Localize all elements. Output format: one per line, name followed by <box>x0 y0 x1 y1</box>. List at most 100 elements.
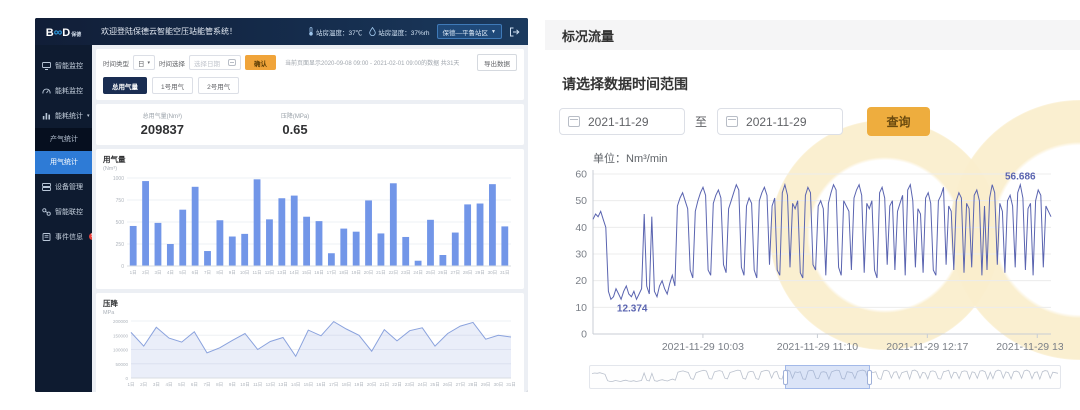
datazoom-slider[interactable] <box>589 365 1061 389</box>
chart-title: 压降 <box>103 298 517 309</box>
app-body: 智能监控 能耗监控 能耗统计 ▾ 产气统计 用气统计 <box>35 45 528 392</box>
sidebar-subitem-label: 用气统计 <box>50 159 78 166</box>
confirm-button[interactable]: 确认 <box>245 55 276 70</box>
sidebar-item-smart-linkage[interactable]: 智能联控 <box>35 199 92 224</box>
sidebar-subitem-gas-usage-stats[interactable]: 用气统计 <box>35 151 92 174</box>
time-select-label: 时间选择 <box>159 58 185 68</box>
time-type-label: 时间类型 <box>103 58 129 68</box>
svg-text:7日: 7日 <box>204 270 211 276</box>
svg-text:16日: 16日 <box>316 382 326 388</box>
link-control-icon <box>42 208 51 216</box>
logo-subtext: 保德 <box>71 32 81 38</box>
svg-text:5日: 5日 <box>179 270 186 276</box>
svg-text:24日: 24日 <box>418 382 428 388</box>
sidebar-item-device-management[interactable]: 设备管理 <box>35 174 92 199</box>
stat-value: 209837 <box>96 122 229 137</box>
tab-gas-usage-1[interactable]: 1号用气 <box>152 77 193 94</box>
svg-text:1日: 1日 <box>127 382 134 388</box>
svg-text:56.686: 56.686 <box>1005 172 1036 183</box>
export-data-button[interactable]: 导出数据 <box>477 54 517 71</box>
svg-text:21日: 21日 <box>380 382 390 388</box>
svg-text:14日: 14日 <box>289 270 299 276</box>
svg-text:10: 10 <box>575 302 587 314</box>
svg-text:22日: 22日 <box>389 270 399 276</box>
sidebar-item-label: 能耗监控 <box>55 86 83 96</box>
to-label: 至 <box>695 113 707 130</box>
tab-gas-usage-2[interactable]: 2号用气 <box>198 77 239 94</box>
bar-stats-icon <box>42 112 51 120</box>
datazoom-right-handle[interactable] <box>867 370 872 385</box>
toolbar-row-tabs: 总用气量 1号用气 2号用气 <box>103 77 517 94</box>
chevron-down-icon: ▼ <box>491 29 496 35</box>
svg-text:30: 30 <box>575 249 587 261</box>
svg-text:31日: 31日 <box>506 382 516 388</box>
svg-text:28日: 28日 <box>463 270 473 276</box>
svg-text:10日: 10日 <box>240 270 250 276</box>
svg-text:2021-11-29 12:17: 2021-11-29 12:17 <box>886 341 968 353</box>
query-button[interactable]: 查询 <box>867 107 930 136</box>
end-date-input[interactable]: 2021-11-29 <box>717 108 843 135</box>
logout-icon[interactable] <box>509 27 520 37</box>
start-date-value: 2021-11-29 <box>588 115 649 129</box>
welcome-message: 欢迎登陆保德云智能空压站能管系统！ <box>101 26 237 37</box>
document-icon <box>42 233 51 241</box>
svg-text:25日: 25日 <box>430 382 440 388</box>
time-type-select[interactable]: 日 ▾ <box>133 55 155 70</box>
logo-text: D <box>62 27 70 39</box>
svg-text:2021-11-29 13:24: 2021-11-29 13:24 <box>996 341 1063 353</box>
svg-text:20日: 20日 <box>367 382 377 388</box>
stat-label: 总用气量(Nm³) <box>96 111 229 120</box>
stat-value: 0.65 <box>229 122 362 137</box>
panel-body: 请选择数据时间范围 2021-11-29 至 2021-11-29 查询 单位：… <box>545 74 1080 389</box>
date-picker-input[interactable]: 选择日期 <box>189 55 241 70</box>
svg-text:500: 500 <box>116 220 125 226</box>
humidity-icon <box>369 27 376 36</box>
sidebar: 智能监控 能耗监控 能耗统计 ▾ 产气统计 用气统计 <box>35 45 92 392</box>
svg-text:1日: 1日 <box>130 270 137 276</box>
screenshot-canvas: B∞D保德 欢迎登陆保德云智能空压站能管系统！ 站房温度：37℃ 站房湿度：37… <box>0 0 1080 410</box>
sidebar-item-event-info[interactable]: 事件信息 99 <box>35 224 92 249</box>
svg-text:100000: 100000 <box>113 348 129 353</box>
stat-total-gas-usage: 总用气量(Nm³) 209837 <box>96 111 229 137</box>
svg-text:2021-11-29 10:03: 2021-11-29 10:03 <box>662 341 744 353</box>
svg-text:2日: 2日 <box>142 270 149 276</box>
datazoom-left-handle[interactable] <box>783 370 788 385</box>
station-select-value: 保德—平鲁站区 <box>443 27 489 37</box>
infinity-logo-icon: ∞ <box>54 25 63 39</box>
svg-text:30日: 30日 <box>494 382 504 388</box>
sidebar-item-smart-monitoring[interactable]: 智能监控 <box>35 53 92 78</box>
svg-text:9日: 9日 <box>229 382 236 388</box>
svg-text:23日: 23日 <box>401 270 411 276</box>
sidebar-item-energy-stats[interactable]: 能耗统计 ▾ <box>35 103 92 128</box>
app-header: B∞D保德 欢迎登陆保德云智能空压站能管系统！ 站房温度：37℃ 站房湿度：37… <box>35 18 528 45</box>
svg-text:50000: 50000 <box>115 362 128 367</box>
header-right-group: 站房温度：37℃ 站房湿度：37%rh 保德—平鲁站区 ▼ <box>308 24 528 39</box>
toolbar-card: 时间类型 日 ▾ 时间选择 选择日期 确认 当前页面显示2020-09-08 0… <box>96 49 524 100</box>
station-select-dropdown[interactable]: 保德—平鲁站区 ▼ <box>437 24 502 39</box>
svg-text:23日: 23日 <box>405 382 415 388</box>
calendar-icon <box>228 59 236 66</box>
end-date-value: 2021-11-29 <box>746 115 807 129</box>
svg-text:15日: 15日 <box>304 382 314 388</box>
svg-text:5日: 5日 <box>178 382 185 388</box>
date-range-info: 当前页面显示2020-09-08 09:00 - 2021-02-01 09:0… <box>285 58 459 67</box>
tab-total-gas-usage[interactable]: 总用气量 <box>103 77 147 94</box>
svg-text:150000: 150000 <box>113 333 129 338</box>
humidity-label: 站房湿度：37%rh <box>378 27 429 37</box>
sidebar-subitem-gas-production-stats[interactable]: 产气统计 <box>35 128 92 151</box>
svg-text:750: 750 <box>116 198 125 204</box>
panel-header: 标况流量 <box>545 20 1080 50</box>
flow-unit-label: 单位：Nm³/min <box>593 150 1066 166</box>
svg-text:50: 50 <box>575 195 587 207</box>
sidebar-subitem-label: 产气统计 <box>50 136 78 143</box>
flow-line-chart: 01020304050602021-11-29 10:032021-11-29 … <box>559 166 1063 358</box>
sidebar-item-energy-monitoring[interactable]: 能耗监控 <box>35 78 92 103</box>
calendar-icon <box>568 116 580 127</box>
svg-text:20日: 20日 <box>364 270 374 276</box>
svg-text:14日: 14日 <box>291 382 301 388</box>
station-temperature: 站房温度：37℃ <box>308 27 362 37</box>
stat-label: 压降(MPa) <box>229 111 362 120</box>
svg-text:0: 0 <box>121 264 124 270</box>
datazoom-selected-window[interactable] <box>785 365 870 389</box>
start-date-input[interactable]: 2021-11-29 <box>559 108 685 135</box>
